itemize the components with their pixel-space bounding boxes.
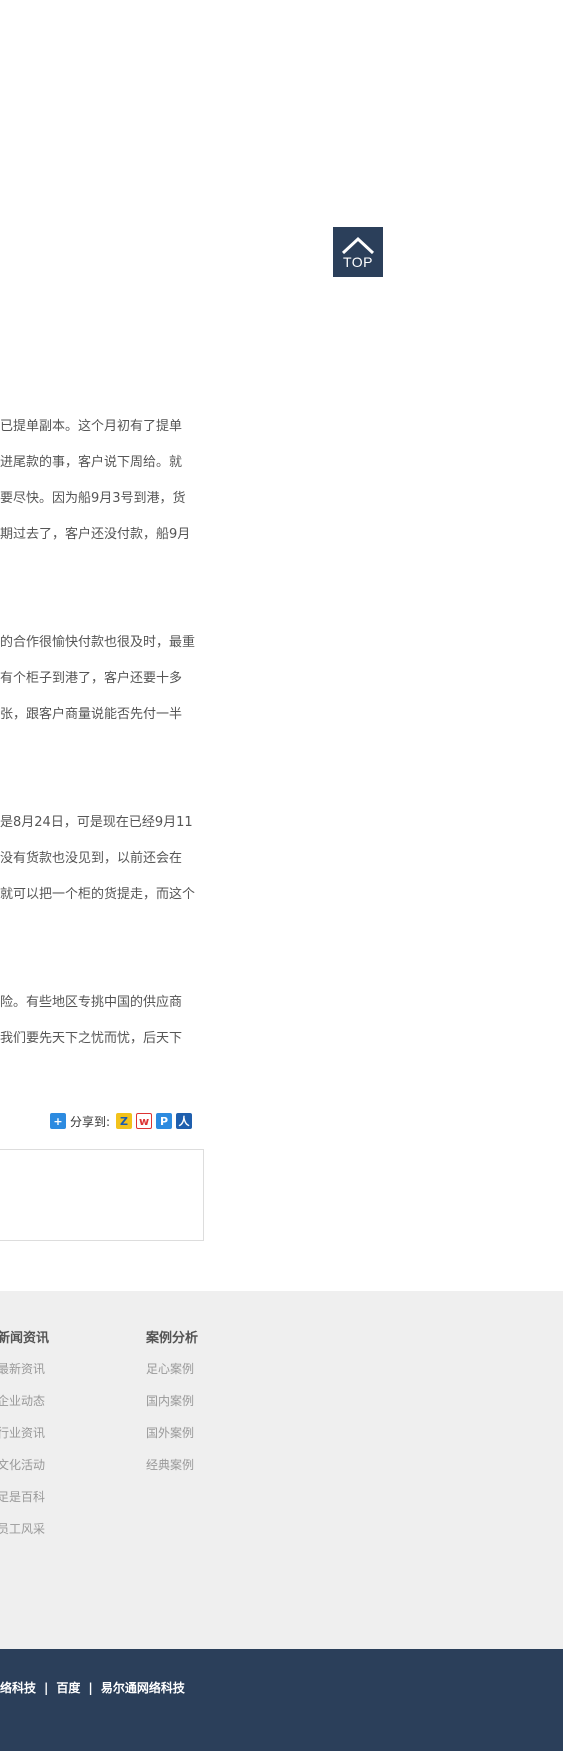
back-to-top-label: TOP (342, 253, 374, 270)
footer-link[interactable]: 文化活动 (0, 1457, 49, 1473)
chevron-up-icon (341, 236, 375, 254)
share-bar: + 分享到: Z w P 人 (50, 1111, 196, 1131)
footer-link[interactable]: 国内案例 (146, 1393, 198, 1409)
article-line: 要尽快。因为船9月3号到港，货 (0, 491, 186, 506)
share-label: 分享到: (70, 1114, 111, 1129)
friend-link[interactable]: 百度 (56, 1679, 80, 1696)
footer-heading-news: 新闻资讯 (0, 1331, 50, 1346)
article-line: 进尾款的事，客户说下周给。就 (0, 455, 183, 470)
article-line: 没有货款也没见到，以前还会在 (0, 851, 183, 866)
footer-column-cases: 案例分析 足心案例 国内案例 国外案例 经典案例 (146, 1329, 198, 1489)
footer-heading-cases: 案例分析 (146, 1331, 199, 1346)
footer-link[interactable]: 足是百科 (0, 1489, 49, 1505)
footer-link[interactable]: 行业资讯 (0, 1425, 49, 1441)
share-plus-icon[interactable]: + (50, 1113, 66, 1129)
friend-links: 络科技 | 百度 | 易尔通网络科技 (0, 1679, 185, 1696)
footer-link[interactable]: 企业动态 (0, 1393, 49, 1409)
link-separator: | (44, 1680, 49, 1695)
article-line: 的合作很愉快付款也很及时，最重 (0, 635, 196, 650)
link-separator: | (88, 1680, 93, 1695)
back-to-top-button[interactable]: TOP (333, 227, 383, 277)
friend-link[interactable]: 易尔通网络科技 (101, 1679, 185, 1696)
friend-link[interactable]: 络科技 (0, 1679, 36, 1696)
footer: 新闻资讯 最新资讯 企业动态 行业资讯 文化活动 足是百科 员工风采 案例分析 … (0, 1291, 563, 1649)
comment-box[interactable] (0, 1149, 204, 1241)
weibo-icon[interactable]: w (136, 1113, 153, 1129)
pengyou-icon[interactable]: P (156, 1113, 173, 1129)
article-line: 已提单副本。这个月初有了提单 (0, 419, 183, 434)
article-line: 是8月24日，可是现在已经9月11 (0, 815, 193, 830)
footer-column-news: 新闻资讯 最新资讯 企业动态 行业资讯 文化活动 足是百科 员工风采 (0, 1329, 49, 1553)
footer-link[interactable]: 足心案例 (146, 1361, 198, 1377)
article-line: 险。有些地区专挑中国的供应商 (0, 995, 183, 1010)
renren-icon[interactable]: 人 (176, 1113, 193, 1129)
bottom-bar: 络科技 | 百度 | 易尔通网络科技 (0, 1649, 563, 1751)
article-line: 期过去了，客户还没付款，船9月 (0, 527, 191, 542)
article-line: 我们要先天下之忧而忧，后天下 (0, 1031, 183, 1046)
article-line: 有个柜子到港了，客户还要十多 (0, 671, 183, 686)
footer-link[interactable]: 员工风采 (0, 1521, 49, 1537)
footer-link[interactable]: 经典案例 (146, 1457, 198, 1473)
article-line: 就可以把一个柜的货提走，而这个 (0, 887, 196, 902)
article-line: 张，跟客户商量说能否先付一半 (0, 707, 183, 722)
qzone-icon[interactable]: Z (116, 1113, 133, 1129)
footer-link[interactable]: 最新资讯 (0, 1361, 49, 1377)
footer-link[interactable]: 国外案例 (146, 1425, 198, 1441)
